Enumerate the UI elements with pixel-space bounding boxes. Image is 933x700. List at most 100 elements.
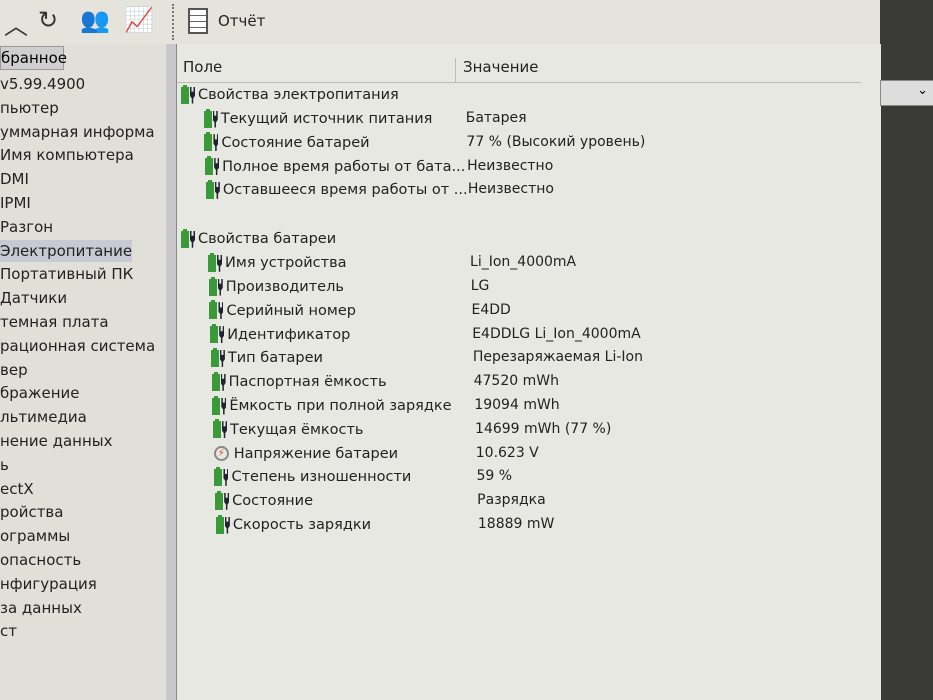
sidebar-item[interactable]: темная плата — [0, 311, 109, 333]
group-header[interactable]: Свойства батареи — [181, 228, 336, 250]
field-value: 47520 mWh — [473, 373, 559, 390]
sidebar: бранное v5.99.4900 пьютер уммарная информа… — [0, 44, 167, 700]
sidebar-item[interactable]: Датчики — [0, 287, 67, 309]
battery-icon — [215, 490, 224, 510]
battery-icon — [212, 395, 221, 415]
plug-icon — [224, 516, 230, 534]
field-name: Серийный номер — [226, 302, 356, 319]
table-row[interactable]: Паспортная ёмкость — [211, 371, 387, 393]
users-icon[interactable]: 👥 — [80, 6, 110, 34]
plug-icon — [212, 110, 218, 128]
field-value: E4DD — [471, 301, 511, 318]
battery-icon — [205, 179, 214, 199]
table-row[interactable]: Текущая ёмкость — [213, 419, 363, 441]
sidebar-item[interactable]: за данных — [0, 597, 82, 619]
column-value[interactable]: Значение — [463, 58, 539, 76]
table-row[interactable]: Серийный номер — [209, 300, 356, 322]
battery-icon — [211, 371, 220, 391]
field-value: Батарея — [465, 110, 527, 126]
field-name: Скорость зарядки — [232, 517, 372, 533]
table-row[interactable]: Состояние батарей — [204, 132, 370, 154]
battery-icon — [209, 300, 218, 320]
plug-icon — [218, 302, 224, 320]
chart-icon[interactable]: 📈 — [124, 6, 154, 34]
sidebar-scrollbar[interactable] — [166, 44, 176, 700]
plug-icon — [217, 278, 223, 296]
sidebar-item[interactable]: рационная система — [0, 335, 155, 357]
sidebar-item[interactable]: вер — [0, 359, 28, 381]
table-header: Поле Значение — [177, 54, 861, 83]
field-name: Оставшееся время работы от ... — [222, 182, 468, 199]
field-value: Разрядка — [477, 492, 546, 509]
plug-icon — [190, 86, 195, 104]
field-value: 18889 mW — [477, 516, 555, 532]
battery-icon — [208, 276, 217, 296]
plug-icon — [224, 492, 230, 510]
battery-icon — [213, 419, 222, 439]
sidebar-item[interactable]: ройства — [0, 501, 63, 523]
sidebar-item[interactable]: пьютер — [0, 97, 59, 119]
table-row[interactable]: Оставшееся время работы от ... — [205, 179, 468, 201]
battery-icon — [181, 84, 189, 104]
field-value: 77 % (Высокий уровень) — [466, 133, 646, 150]
column-divider[interactable] — [455, 58, 456, 82]
battery-icon — [204, 132, 213, 152]
details-panel: Поле Значение Свойства электропитания Тек… — [176, 44, 881, 700]
field-value: 59 % — [476, 468, 513, 485]
battery-icon — [215, 514, 224, 534]
battery-icon — [203, 108, 212, 128]
sidebar-item[interactable]: DMI — [0, 168, 29, 190]
sidebar-item[interactable]: ограммы — [0, 525, 70, 547]
field-name: Имя устройства — [225, 255, 347, 272]
table-row[interactable]: ⚡ Напряжение батареи — [213, 443, 398, 465]
table-row[interactable]: Тип батареи — [210, 347, 323, 369]
sidebar-item[interactable]: Портативный ПК — [0, 263, 133, 285]
sidebar-item[interactable]: опасность — [0, 549, 81, 571]
table-row[interactable]: Имя устройства — [208, 252, 347, 274]
field-value: 14699 mWh (77 %) — [475, 420, 612, 437]
favorites-tab[interactable]: бранное — [0, 46, 67, 70]
table-row[interactable]: Состояние — [215, 490, 313, 512]
group-header[interactable]: Свойства электропитания — [181, 84, 399, 106]
sidebar-item[interactable]: нение данных — [0, 430, 113, 452]
plug-icon — [213, 134, 219, 152]
table-row[interactable]: Скорость зарядки — [215, 514, 372, 536]
table-row[interactable]: Производитель — [208, 276, 344, 298]
sidebar-item[interactable]: бражение — [0, 382, 80, 404]
sidebar-item[interactable]: ст — [0, 620, 17, 642]
table-row[interactable]: Ёмкость при полной зарядке — [212, 395, 452, 417]
table-row[interactable]: Идентификатор — [210, 324, 350, 346]
field-value: 19094 mWh — [474, 397, 560, 413]
table-row[interactable]: Текущий источник питания — [203, 108, 432, 130]
sidebar-item[interactable]: нфигурация — [0, 573, 97, 595]
field-name: Состояние — [232, 493, 314, 510]
sidebar-item[interactable]: Электропитание — [0, 239, 133, 262]
field-value: 10.623 V — [475, 444, 539, 461]
field-name: Степень изношенности — [231, 469, 412, 486]
group-title: Свойства электропитания — [198, 87, 399, 103]
chevron-down-icon: ⌄ — [917, 83, 928, 98]
battery-icon — [208, 252, 217, 272]
report-button[interactable]: Отчёт — [188, 8, 265, 34]
sidebar-item[interactable]: ь — [0, 454, 9, 476]
field-value: Li_Ion_4000mA — [470, 254, 577, 271]
table-row[interactable]: Полное время работы от бата... — [205, 156, 465, 178]
table-row[interactable]: Степень изношенности — [214, 466, 411, 488]
battery-icon — [214, 466, 223, 486]
sidebar-item[interactable]: уммарная информа — [0, 121, 155, 143]
plug-icon — [190, 230, 195, 248]
sidebar-item[interactable]: Разгон — [0, 216, 53, 238]
sidebar-item[interactable]: ectX — [0, 478, 34, 500]
up-icon[interactable]: ︿ — [4, 6, 28, 41]
plug-icon — [219, 326, 225, 344]
sidebar-item[interactable]: IPMI — [0, 192, 31, 214]
sidebar-item[interactable]: v5.99.4900 — [0, 73, 85, 95]
column-field[interactable]: Поле — [183, 58, 222, 76]
plug-icon — [217, 254, 223, 272]
plug-icon — [223, 468, 229, 486]
battery-icon — [181, 228, 189, 248]
refresh-icon[interactable]: ↻ — [38, 6, 58, 34]
dropdown[interactable]: ⌄ — [880, 80, 933, 106]
sidebar-item[interactable]: Имя компьютера — [0, 144, 134, 166]
sidebar-item[interactable]: льтимедиа — [0, 406, 87, 428]
